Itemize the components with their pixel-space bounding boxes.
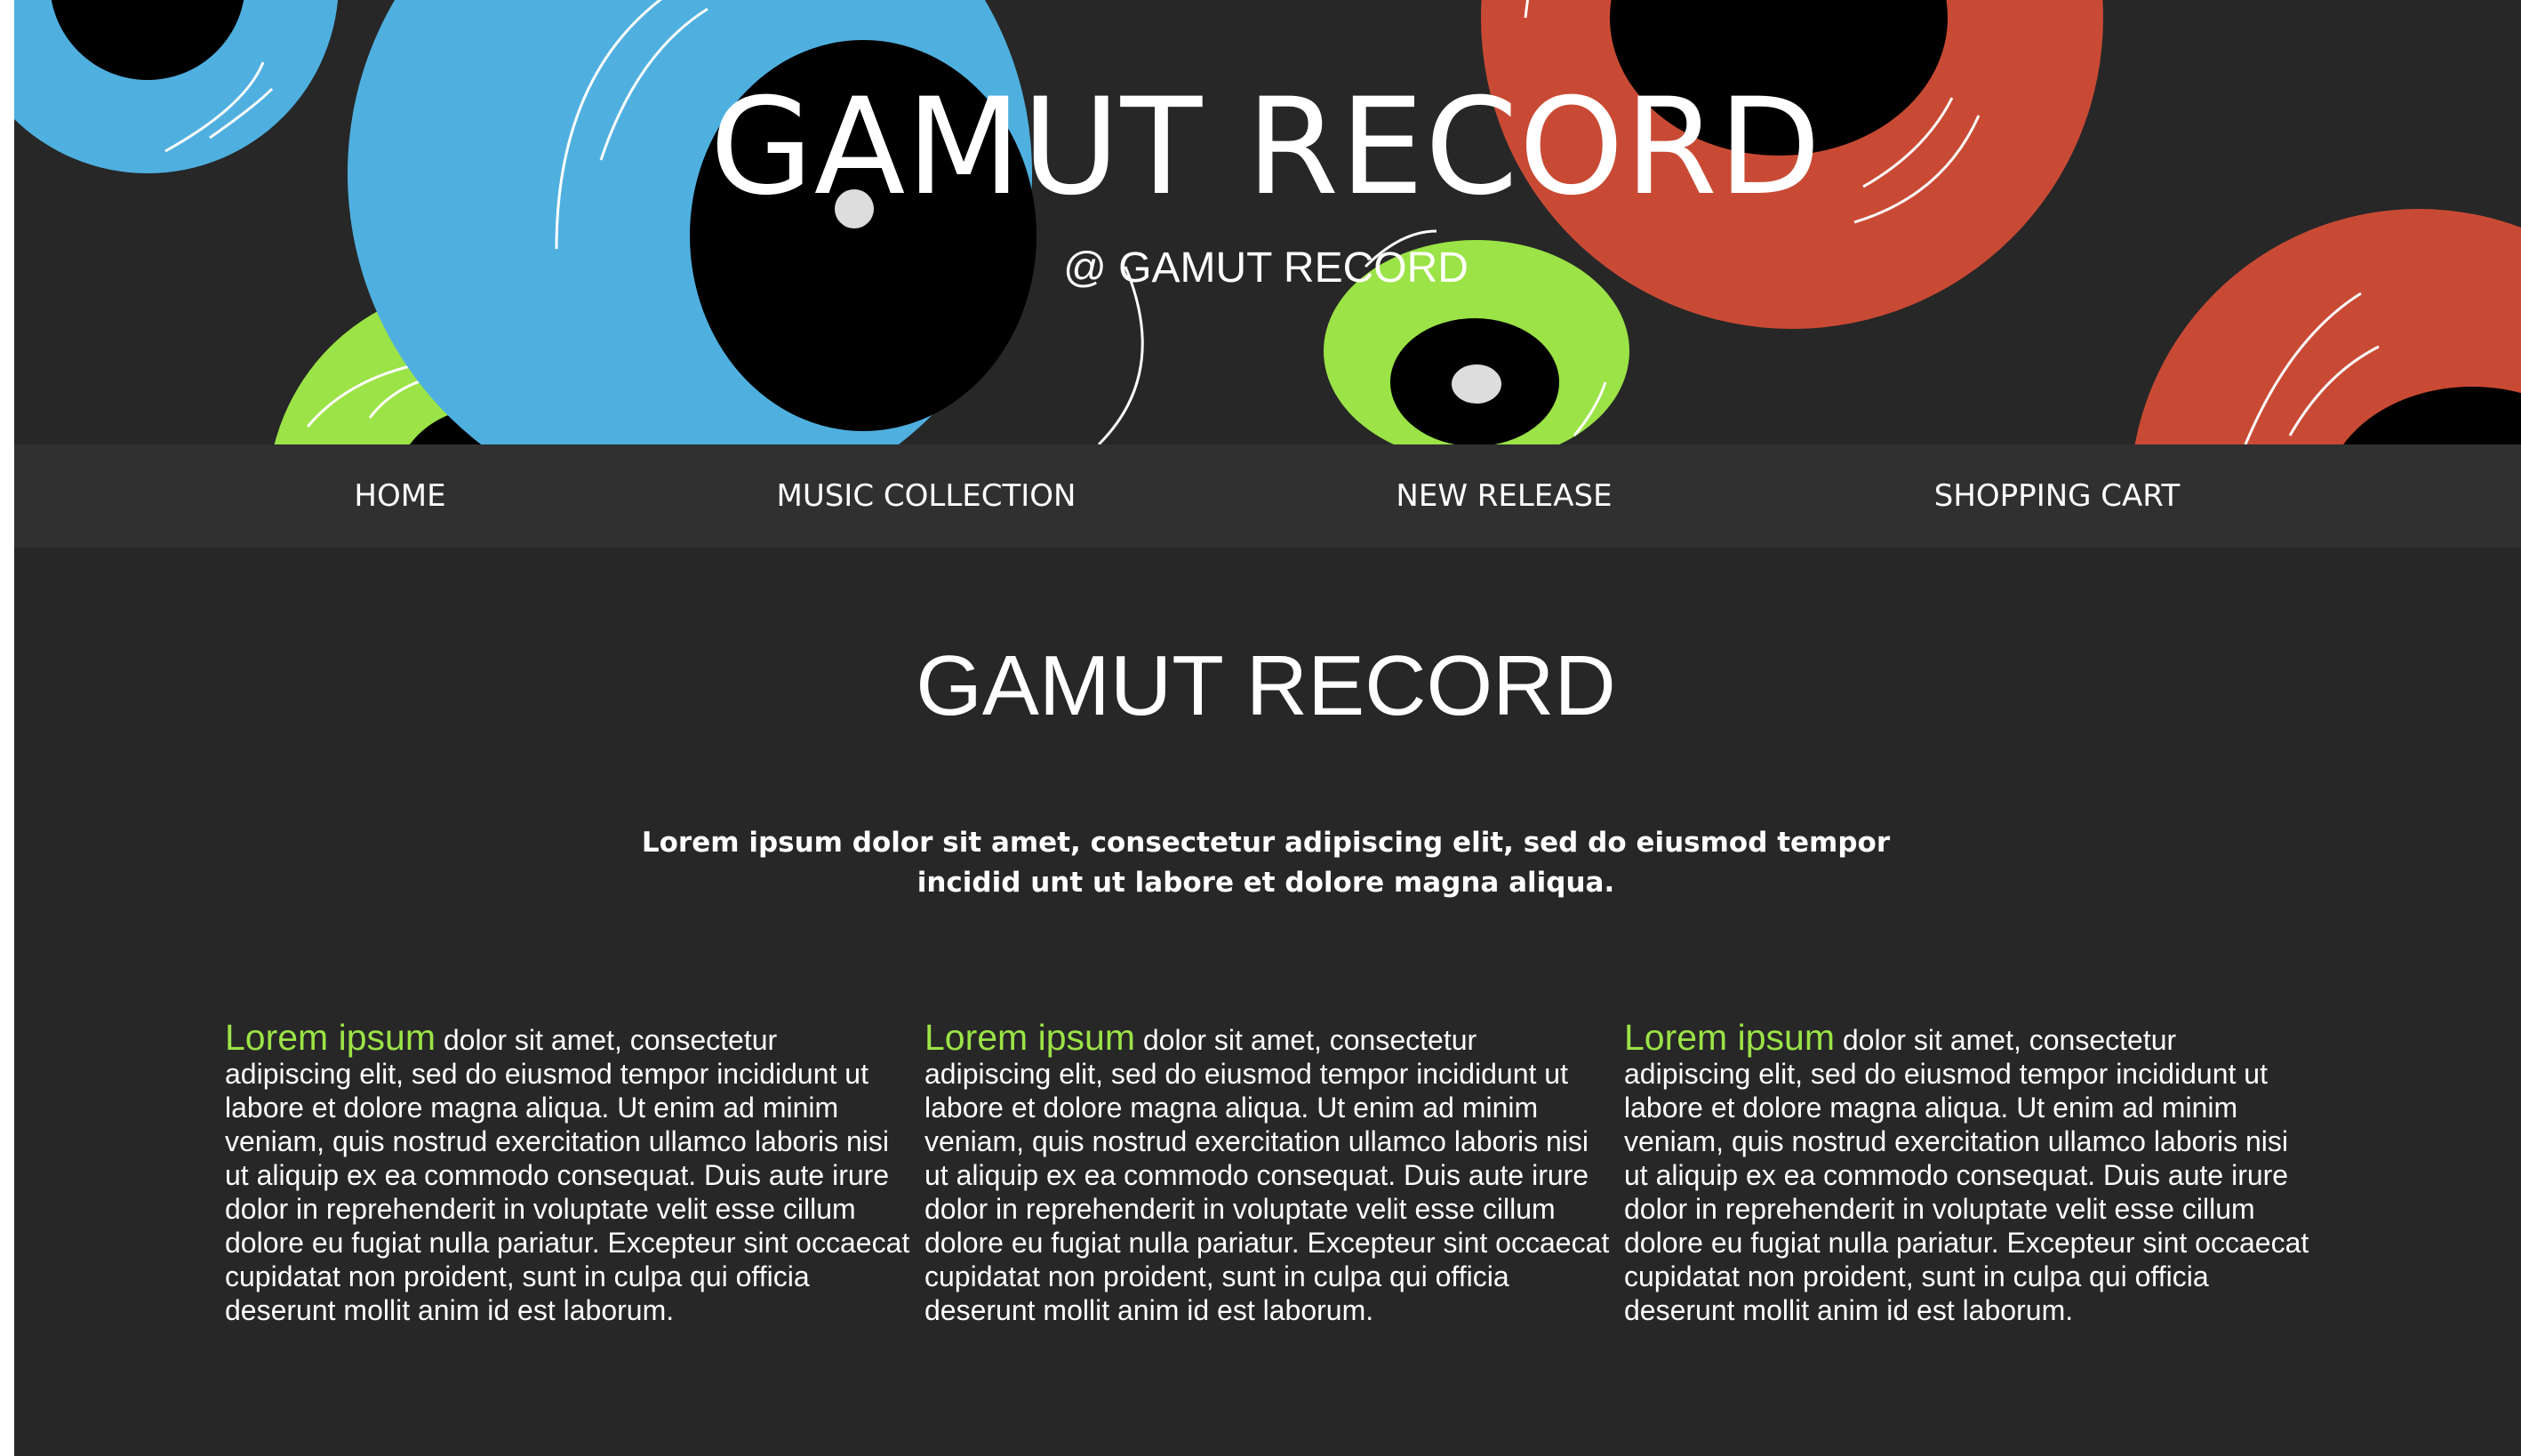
column-lead: Lorem ipsum [225, 1017, 436, 1058]
column-lead: Lorem ipsum [1624, 1017, 1835, 1058]
hero-banner: GAMUT RECORD @ GAMUT RECORD [14, 0, 2521, 444]
page-title: GAMUT RECORD [916, 638, 1616, 733]
column-body: dolor sit amet, consectetur adipiscing e… [1624, 1024, 2309, 1326]
nav-item-shopping-cart[interactable]: SHOPPING CART [1934, 444, 2180, 548]
column-body: dolor sit amet, consectetur adipiscing e… [225, 1024, 910, 1326]
main-navigation: HOME MUSIC COLLECTION NEW RELEASE SHOPPI… [14, 444, 2521, 548]
nav-item-music-collection[interactable]: MUSIC COLLECTION [777, 444, 1076, 548]
column-lead: Lorem ipsum [924, 1017, 1135, 1058]
nav-item-home[interactable]: HOME [354, 444, 445, 548]
intro-text: Lorem ipsum dolor sit amet, consectetur … [641, 827, 1891, 899]
nav-item-new-release[interactable]: NEW RELEASE [1396, 444, 1612, 548]
text-column-3: Lorem ipsum dolor sit amet, consectetur … [1624, 1020, 2310, 1327]
page: GAMUT RECORD @ GAMUT RECORD HOME MUSIC C… [0, 0, 2521, 1456]
column-body: dolor sit amet, consectetur adipiscing e… [924, 1024, 1610, 1326]
page-left-edge [0, 0, 14, 1456]
text-column-1: Lorem ipsum dolor sit amet, consectetur … [225, 1020, 911, 1327]
text-column-2: Lorem ipsum dolor sit amet, consectetur … [924, 1020, 1611, 1327]
hero-subtitle: @ GAMUT RECORD [1063, 244, 1469, 292]
hero-title: GAMUT RECORD [709, 70, 1822, 225]
